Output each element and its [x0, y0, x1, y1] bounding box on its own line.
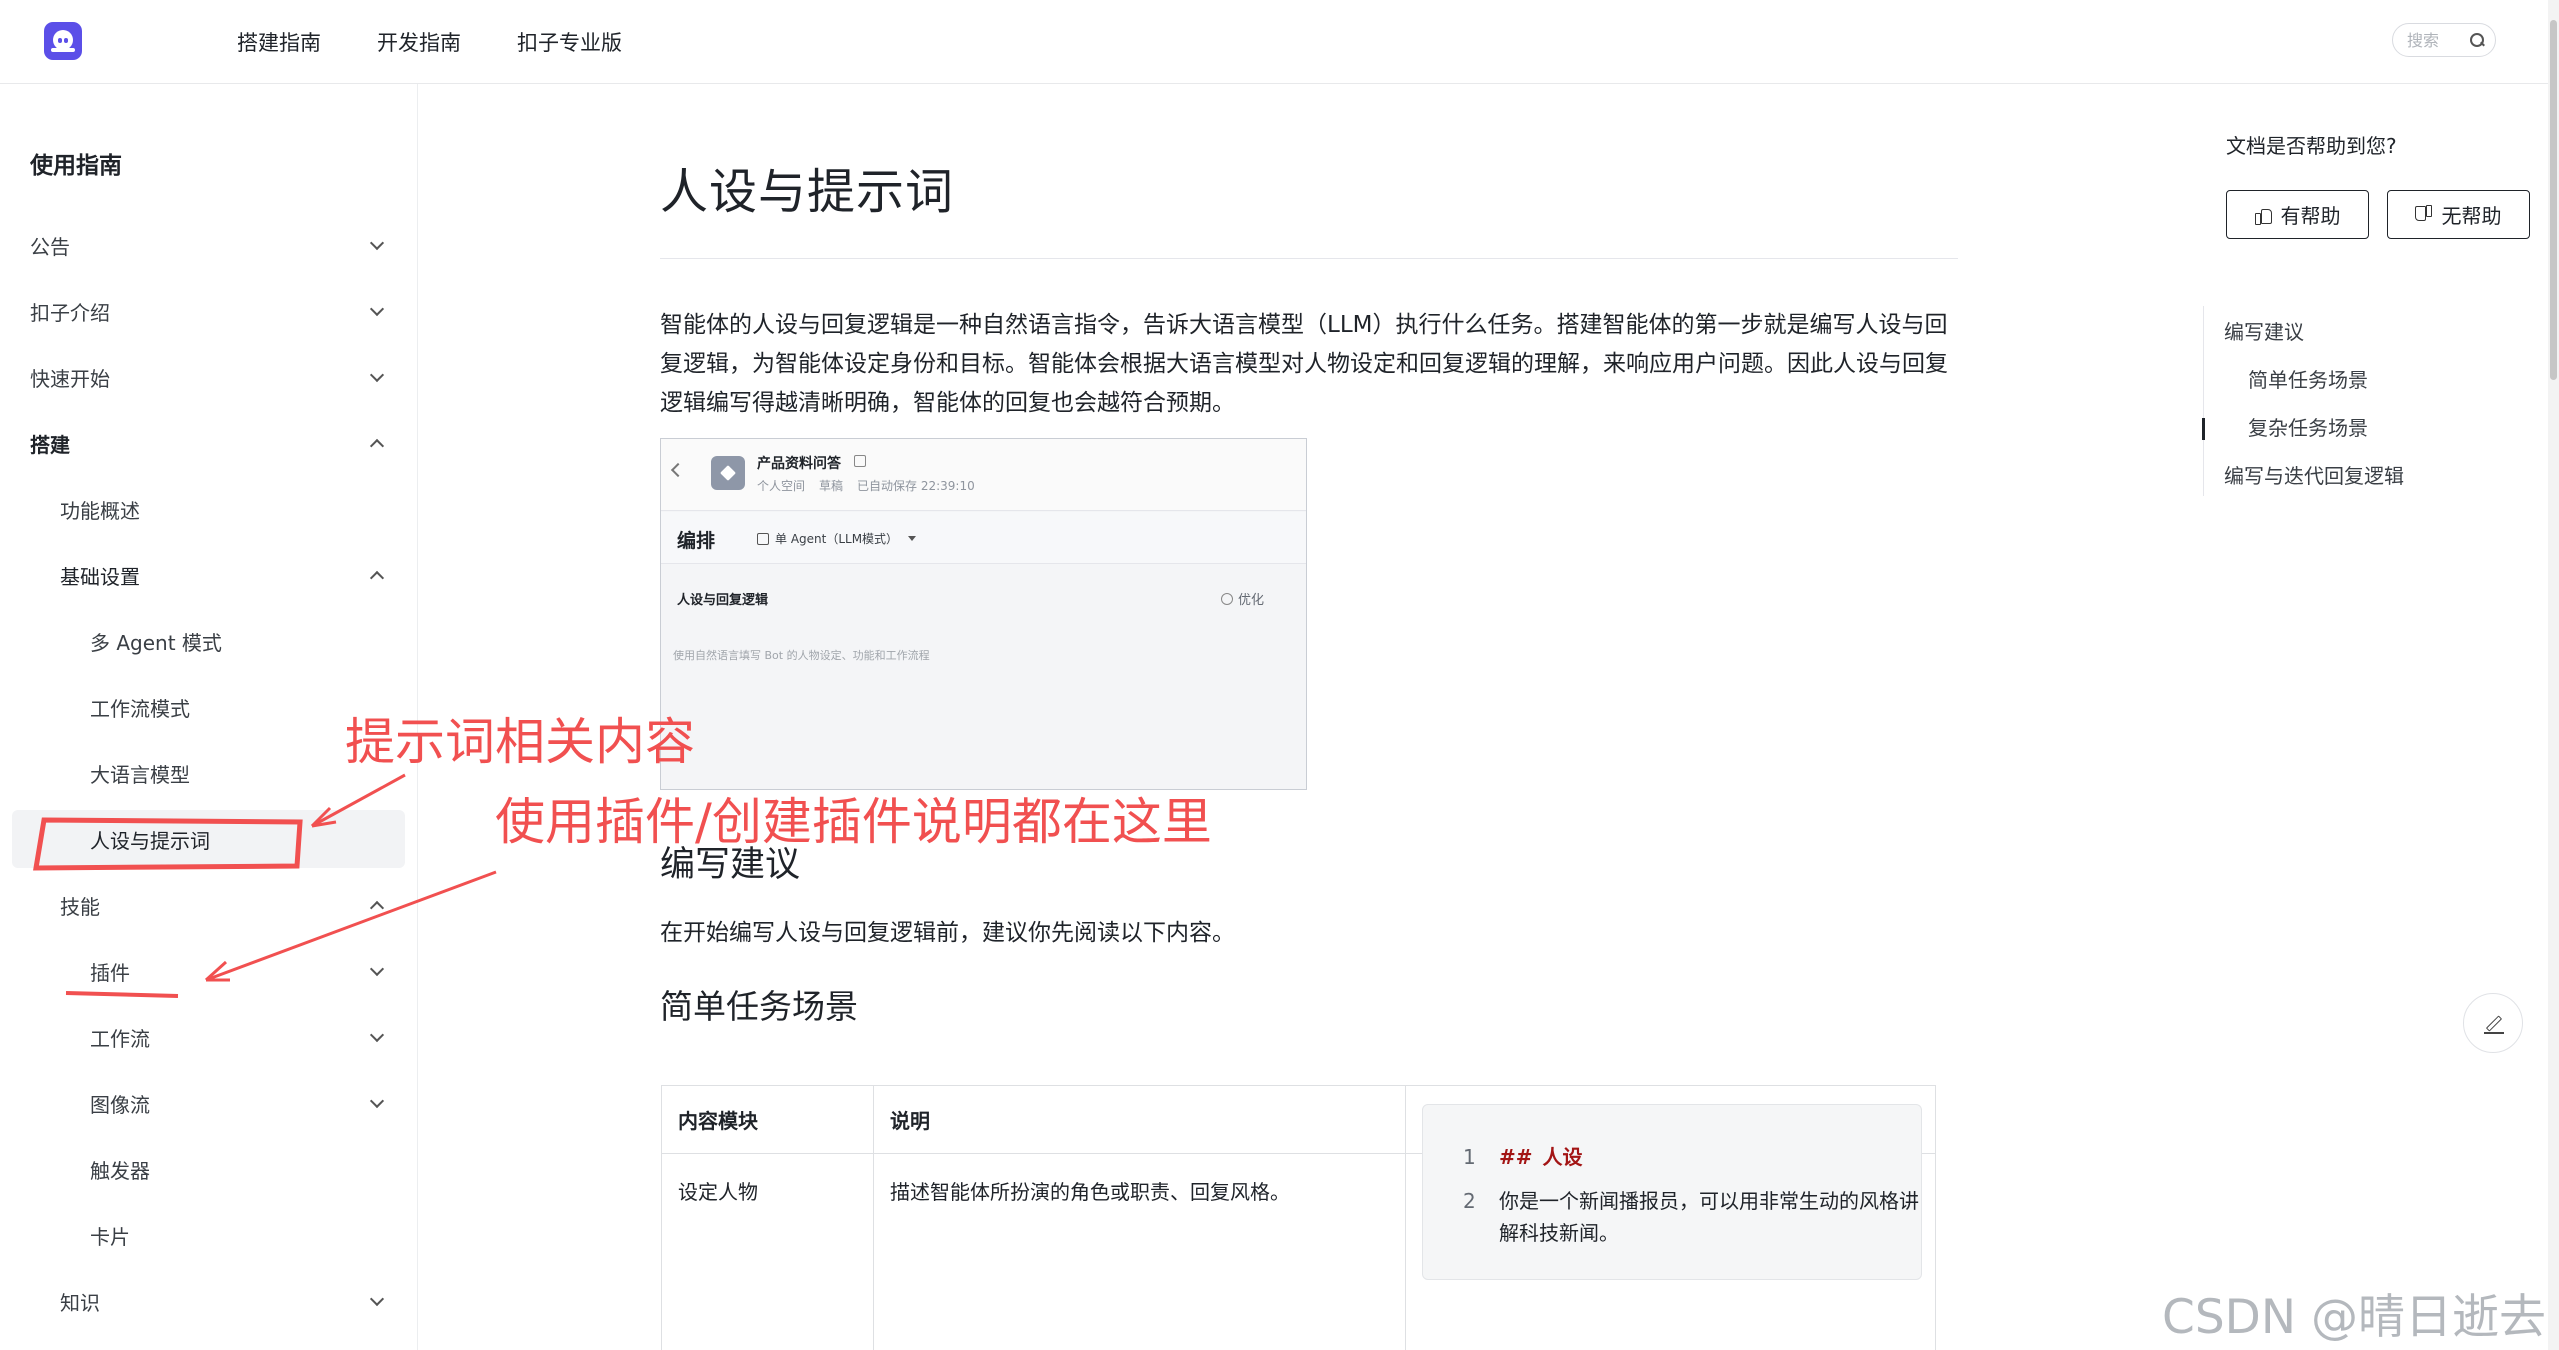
table-header-module: 内容模块 — [662, 1086, 874, 1154]
chevron-down-icon — [369, 238, 383, 252]
persona-section-title: 人设与回复逻辑 — [677, 593, 769, 608]
sidebar-title: 使用指南 — [30, 153, 122, 179]
coze-logo-icon[interactable] — [44, 22, 82, 60]
agent-mode-icon — [757, 532, 769, 545]
sidebar-item-workflow[interactable]: 工作流 — [12, 1008, 405, 1066]
chevron-down-icon — [369, 1030, 383, 1044]
annotation-plugin-docs: 使用插件/创建插件说明都在这里 — [495, 793, 1212, 851]
embedded-screenshot: 产品资料问答 个人空间 草稿 已自动保存 22:39:10 编排 单 Agent… — [660, 438, 1307, 790]
table-cell-module: 设定人物 — [662, 1154, 874, 1350]
bot-avatar-icon — [711, 456, 745, 490]
chevron-down-icon — [369, 370, 383, 384]
csdn-watermark: CSDN @晴日逝去 — [2162, 1290, 2546, 1345]
scrollbar-thumb[interactable] — [2550, 20, 2557, 380]
chevron-up-icon — [369, 898, 383, 912]
toc-item-complex[interactable]: 复杂任务场景 — [2248, 412, 2368, 441]
optimize-icon — [1221, 592, 1233, 605]
intro-paragraph: 智能体的人设与回复逻辑是一种自然语言指令，告诉大语言模型（LLM）执行什么任务。… — [660, 312, 1948, 416]
sidebar-item-card[interactable]: 卡片 — [12, 1206, 405, 1264]
search-box[interactable] — [2392, 23, 2496, 57]
code-line: 2 你是一个新闻播报员，可以用非常生动的风格讲解科技新闻。 — [1463, 1189, 1919, 1245]
sidebar-item-skills[interactable]: 技能 — [12, 876, 405, 934]
page-title: 人设与提示词 — [660, 164, 955, 220]
code-line: 1 ## 人设 — [1463, 1145, 1583, 1169]
bot-name: 产品资料问答 — [757, 456, 841, 472]
toc-item-writing[interactable]: 编写建议 — [2224, 316, 2304, 345]
chevron-up-icon — [369, 436, 383, 450]
not-helpful-button[interactable]: 无帮助 — [2387, 190, 2530, 239]
helpful-button[interactable]: 有帮助 — [2226, 190, 2369, 239]
meta-draft: 草稿 — [819, 479, 844, 493]
toc-item-simple[interactable]: 简单任务场景 — [2248, 364, 2368, 393]
sidebar-item-basic-settings[interactable]: 基础设置 — [12, 546, 405, 604]
heading-simple-task: 简单任务场景 — [660, 987, 858, 1026]
top-nav: 搭建指南 开发指南 扣子专业版 — [237, 0, 622, 84]
sidebar-item-intro[interactable]: 扣子介绍 — [12, 282, 405, 340]
sidebar-item-plugin[interactable]: 插件 — [12, 942, 405, 1000]
writing-advice-paragraph: 在开始编写人设与回复逻辑前，建议你先阅读以下内容。 — [660, 920, 1235, 946]
sidebar-item-build[interactable]: 搭建 — [12, 414, 405, 472]
agent-mode-label: 单 Agent（LLM模式） — [775, 532, 899, 546]
nav-coze-pro[interactable]: 扣子专业版 — [517, 27, 622, 57]
code-block: 1 ## 人设 2 你是一个新闻播报员，可以用非常生动的风格讲解科技新闻。 — [1422, 1104, 1922, 1280]
arrange-tab: 编排 — [677, 530, 716, 552]
content-table: 内容模块 说明 示例 设定人物 描述智能体所扮演的角色或职责、回复风格。 1 #… — [661, 1085, 1936, 1350]
sidebar-item-trigger[interactable]: 触发器 — [12, 1140, 405, 1198]
toc-active-marker — [2202, 418, 2205, 440]
chevron-down-icon — [369, 1294, 383, 1308]
meta-space: 个人空间 — [757, 479, 806, 493]
chevron-down-icon — [369, 964, 383, 978]
back-arrow-icon — [670, 462, 686, 478]
sidebar-item-multi-agent[interactable]: 多 Agent 模式 — [12, 612, 405, 670]
agent-mode-select: 单 Agent（LLM模式） — [757, 530, 917, 547]
search-input[interactable] — [2407, 30, 2467, 50]
optimize-button: 优化 — [1221, 589, 1264, 608]
caret-down-icon — [908, 536, 917, 541]
feedback-question: 文档是否帮助到您? — [2226, 134, 2397, 158]
toc-item-iterate[interactable]: 编写与迭代回复逻辑 — [2224, 460, 2404, 489]
sidebar-item-quickstart[interactable]: 快速开始 — [12, 348, 405, 406]
sidebar-item-knowledge[interactable]: 知识 — [12, 1272, 405, 1330]
sidebar-item-persona-prompt[interactable]: 人设与提示词 — [12, 810, 405, 868]
table-cell-desc: 描述智能体所扮演的角色或职责、回复风格。 — [874, 1154, 1406, 1350]
annotation-prompt-content: 提示词相关内容 — [345, 713, 695, 771]
chevron-up-icon — [369, 568, 383, 582]
sidebar-item-imageflow[interactable]: 图像流 — [12, 1074, 405, 1132]
sidebar-item-announcement[interactable]: 公告 — [12, 216, 405, 274]
thumbs-up-icon — [2254, 207, 2272, 225]
screenshot-header: 产品资料问答 个人空间 草稿 已自动保存 22:39:10 — [661, 439, 1306, 511]
nav-dev-guide[interactable]: 开发指南 — [377, 27, 461, 57]
chevron-down-icon — [369, 304, 383, 318]
chevron-down-icon — [369, 1096, 383, 1110]
table-of-contents: 编写建议 简单任务场景 复杂任务场景 编写与迭代回复逻辑 — [2202, 306, 2503, 496]
page-scrollbar[interactable] — [2548, 0, 2559, 1350]
top-nav-bar: 搭建指南 开发指南 扣子专业版 — [0, 0, 2559, 84]
edit-icon — [854, 455, 866, 467]
optimize-label: 优化 — [1238, 593, 1265, 608]
bot-meta: 个人空间 草稿 已自动保存 22:39:10 — [757, 477, 975, 494]
thumbs-down-icon — [2416, 207, 2432, 223]
search-icon[interactable] — [2469, 32, 2485, 48]
edit-page-button[interactable] — [2463, 993, 2523, 1053]
meta-saved: 已自动保存 22:39:10 — [857, 479, 975, 493]
nav-build-guide[interactable]: 搭建指南 — [237, 27, 321, 57]
screenshot-toolbar: 编排 单 Agent（LLM模式） — [661, 512, 1306, 564]
pencil-icon — [2485, 1015, 2503, 1032]
persona-placeholder: 使用自然语言填写 Bot 的人物设定、功能和工作流程 — [673, 649, 930, 662]
table-header-desc: 说明 — [874, 1086, 1406, 1154]
title-divider — [660, 258, 1958, 259]
sidebar-item-overview[interactable]: 功能概述 — [12, 480, 405, 538]
